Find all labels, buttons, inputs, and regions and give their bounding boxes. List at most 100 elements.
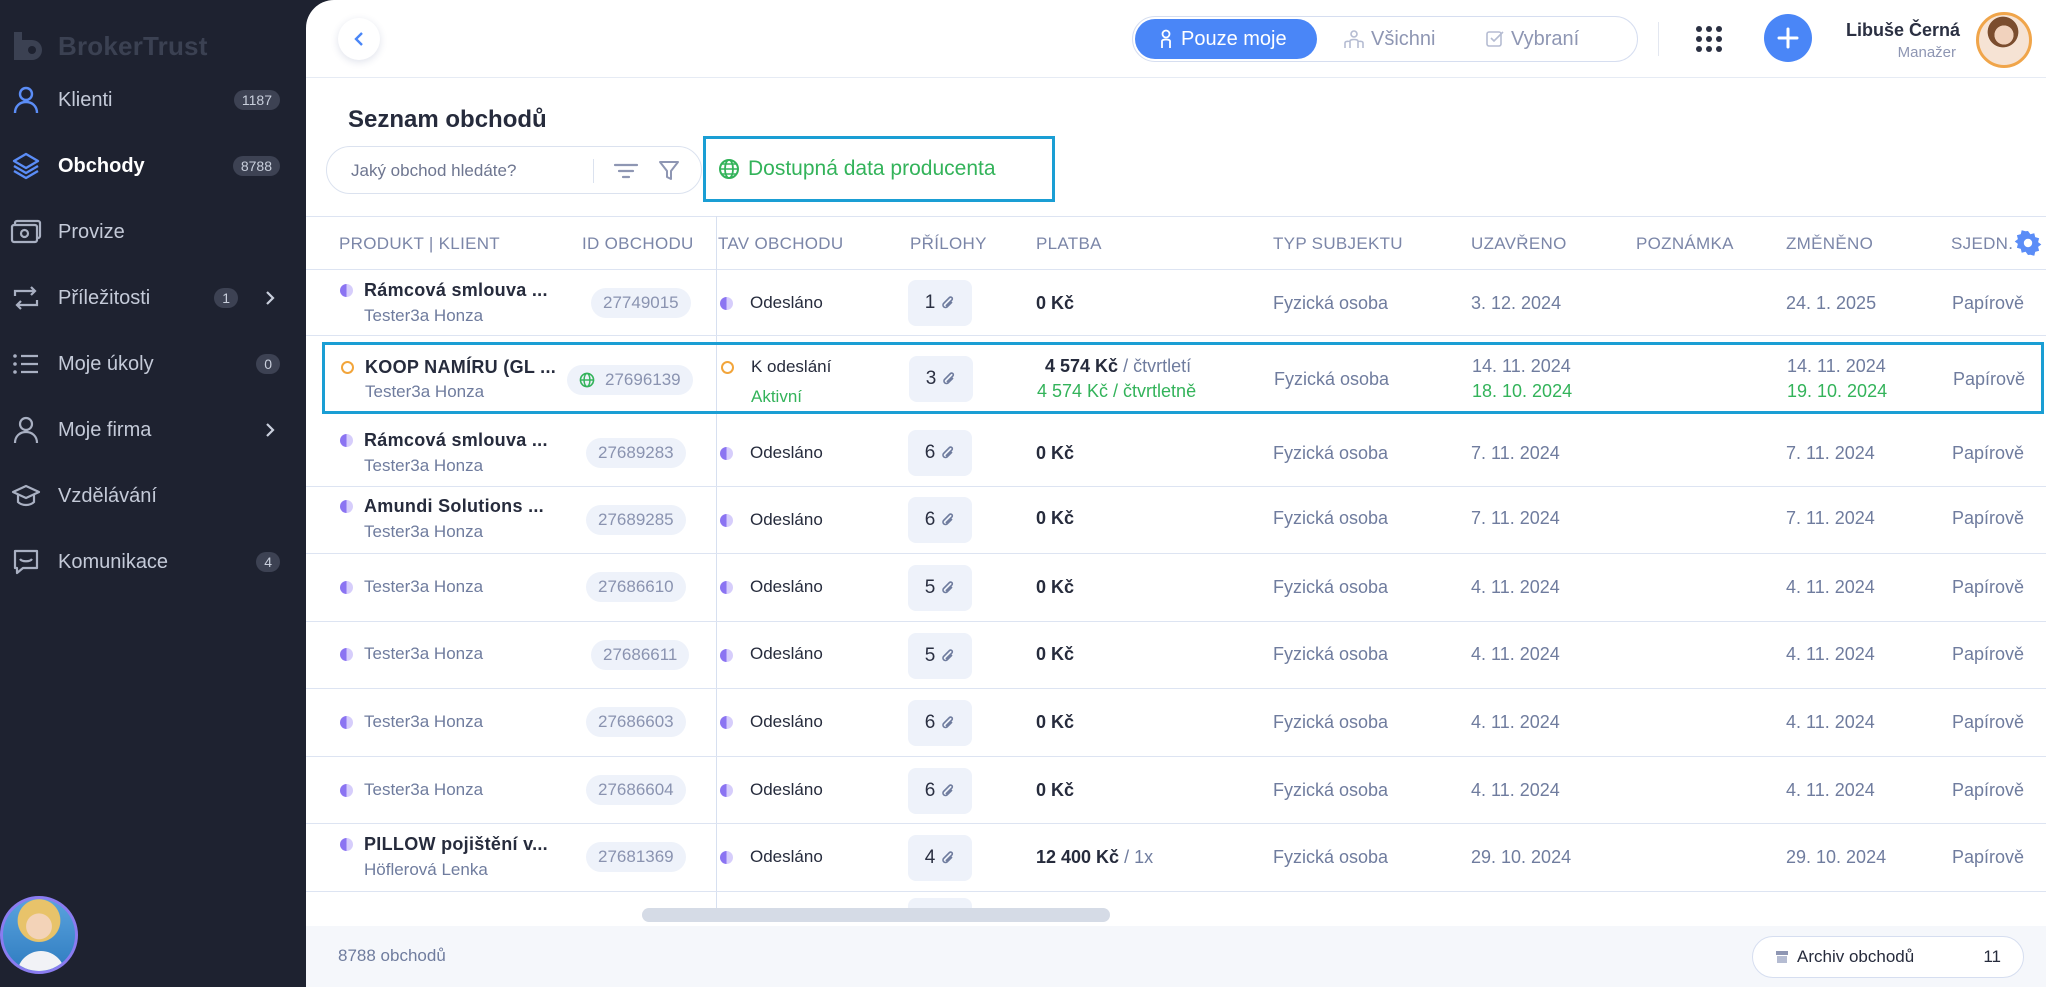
add-button[interactable] — [1764, 14, 1812, 62]
status-dot — [720, 649, 733, 662]
filter-vybrani-button[interactable]: Vybraní — [1485, 19, 1579, 59]
attachments-button[interactable]: 5 — [908, 565, 972, 611]
table-row[interactable]: Tester3a Honza 27686604 Odesláno 6 0 Kč … — [306, 757, 2046, 824]
column-header[interactable]: PLATBA — [1036, 234, 1102, 254]
brokertrust-logo[interactable]: BrokerTrust — [8, 26, 208, 66]
user-name[interactable]: Libuše Černá — [1846, 20, 1960, 41]
filter-icon[interactable] — [657, 159, 681, 183]
table-row[interactable]: Tester3a Honza 27686610 Odesláno 5 0 Kč … — [306, 554, 2046, 622]
attachments-button[interactable]: 1 — [908, 280, 972, 326]
paperclip-icon — [942, 446, 954, 459]
count-badge: 4 — [256, 552, 280, 572]
client-name[interactable]: Tester3a Honza — [364, 780, 483, 800]
sidebar-item-obchody[interactable]: Obchody 8788 — [0, 136, 306, 196]
column-header[interactable]: SJEDN. — [1951, 234, 2013, 254]
graduation-cap-icon — [10, 480, 42, 512]
deal-status: Odesláno — [750, 847, 823, 866]
back-button[interactable] — [338, 18, 380, 60]
table-row[interactable]: PILLOW pojištění v... Höflerová Lenka 27… — [306, 824, 2046, 892]
filter-pouze-moje-button[interactable]: Pouze moje — [1135, 19, 1317, 59]
attachments-button[interactable]: 5 — [908, 633, 972, 679]
chevron-right-icon — [266, 423, 275, 437]
sidebar-item-prilezitosti[interactable]: Příležitosti 1 — [0, 268, 306, 328]
deal-id: 27689283 — [586, 438, 686, 468]
avatar[interactable] — [0, 896, 78, 974]
agreed-mode: Papírově — [1952, 508, 2025, 528]
avatar[interactable] — [1976, 12, 2032, 68]
subject-type: Fyzická osoba — [1273, 847, 1389, 867]
product-name[interactable]: Amundi Solutions ... — [364, 496, 544, 517]
column-header[interactable]: TYP SUBJEKTU — [1273, 234, 1403, 254]
table-row[interactable]: Tester3a Honza 27686603 Odesláno 6 0 Kč … — [306, 689, 2046, 757]
product-name[interactable]: Rámcová smlouva ... — [364, 430, 548, 451]
sidebar-item-moje-firma[interactable]: Moje firma — [0, 400, 306, 460]
archive-button[interactable]: Archiv obchodů 11 — [1752, 936, 2024, 978]
client-name[interactable]: Tester3a Honza — [364, 456, 483, 476]
status-dot — [340, 434, 353, 447]
column-header[interactable]: TAV OBCHODU — [718, 234, 843, 254]
attachments-button[interactable]: 6 — [908, 430, 972, 476]
search-input[interactable] — [351, 159, 571, 183]
attachments-button[interactable]: 6 — [908, 768, 972, 814]
attachments-button[interactable]: 6 — [908, 497, 972, 543]
filter-vsichni-button[interactable]: Všichni — [1343, 19, 1435, 59]
sidebar-item-vzdelavani[interactable]: Vzdělávání — [0, 466, 306, 526]
archive-icon — [1776, 951, 1788, 963]
sidebar-item-klienti[interactable]: Klienti 1187 — [0, 70, 306, 130]
status-dot — [340, 784, 353, 797]
apps-grid-icon[interactable] — [1694, 24, 1724, 54]
sidebar-item-label: Moje úkoly — [58, 352, 154, 375]
table-row[interactable]: Tester3a Honza 27686611 Odesláno 5 0 Kč … — [306, 622, 2046, 689]
product-name[interactable]: PILLOW pojištění v... — [364, 834, 548, 855]
column-header[interactable]: PŘÍLOHY — [910, 234, 987, 254]
attachments-button[interactable]: 6 — [908, 700, 972, 746]
table-row[interactable]: Rámcová smlouva ... Tester3a Honza 27749… — [306, 270, 2046, 336]
payment: 0 Kč — [1036, 577, 1075, 597]
column-header[interactable]: POZNÁMKA — [1636, 234, 1734, 254]
sidebar-item-moje-ukoly[interactable]: Moje úkoly 0 — [0, 334, 306, 394]
subject-type: Fyzická osoba — [1273, 443, 1389, 463]
deals-count: 8788 obchodů — [338, 946, 446, 965]
column-header[interactable]: UZAVŘENO — [1471, 234, 1567, 254]
client-name[interactable]: Tester3a Honza — [364, 577, 483, 597]
subject-type: Fyzická osoba — [1273, 293, 1389, 313]
closed-date: 4. 11. 2024 — [1471, 712, 1560, 732]
status-dot — [720, 581, 733, 594]
agreed-mode: Papírově — [1953, 369, 2026, 389]
attachments-count: 5 — [924, 645, 936, 666]
product-name[interactable]: Rámcová smlouva ... — [364, 280, 548, 301]
sidebar-item-komunikace[interactable]: Komunikace 4 — [0, 532, 306, 592]
attachments-button[interactable]: 3 — [909, 356, 973, 402]
table-row[interactable]: KOOP NAMÍRU (GL ... Tester3a Honza 27696… — [322, 342, 2044, 414]
column-header[interactable]: ID OBCHODU — [582, 234, 694, 254]
agreed-mode: Papírově — [1952, 644, 2025, 664]
client-name[interactable]: Höflerová Lenka — [364, 860, 488, 880]
client-name[interactable]: Tester3a Honza — [364, 644, 483, 664]
client-name[interactable]: Tester3a Honza — [364, 712, 483, 732]
globe-icon — [579, 372, 595, 388]
column-header[interactable]: ZMĚNĚNO — [1786, 234, 1873, 254]
table-row[interactable]: Rámcová smlouva ... Tester3a Honza 27689… — [306, 420, 2046, 487]
agreed-mode: Papírově — [1952, 577, 2025, 597]
deal-status: K odeslání — [751, 357, 832, 376]
sidebar-item-provize[interactable]: Provize — [0, 202, 306, 262]
product-name[interactable]: KOOP NAMÍRU (GL ... — [365, 357, 556, 378]
client-name[interactable]: Tester3a Honza — [364, 306, 483, 326]
horizontal-scrollbar[interactable] — [642, 908, 1110, 922]
sort-icon[interactable] — [613, 159, 639, 183]
topbar: Pouze moje Všichni Vybraní Libuše Černá … — [306, 0, 2046, 78]
deal-id: 27749015 — [591, 288, 691, 318]
table-row[interactable]: Amundi Solutions ... Tester3a Honza 2768… — [306, 487, 2046, 554]
gear-icon[interactable] — [2014, 229, 2042, 257]
divider — [1658, 22, 1659, 56]
status-dot — [720, 447, 733, 460]
filter-label: Pouze moje — [1181, 27, 1287, 50]
column-header[interactable]: PRODUKT | KLIENT — [339, 234, 500, 254]
sidebar-item-label: Komunikace — [58, 550, 169, 573]
attachments-button[interactable]: 4 — [908, 835, 972, 881]
producer-data-link[interactable]: Dostupná data producenta — [703, 136, 1055, 202]
client-name[interactable]: Tester3a Honza — [365, 382, 484, 402]
user-icon — [10, 414, 42, 446]
changed-date: 7. 11. 2024 — [1786, 508, 1875, 528]
client-name[interactable]: Tester3a Honza — [364, 522, 483, 542]
